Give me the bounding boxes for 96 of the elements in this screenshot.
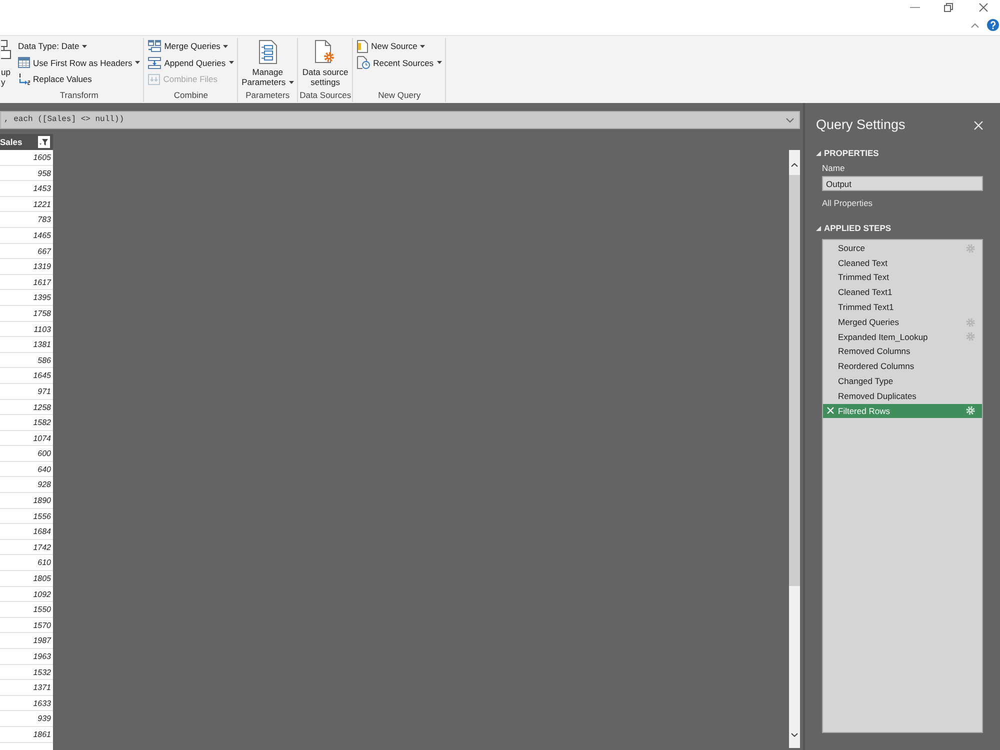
group-label: Transform xyxy=(58,89,100,102)
document-clock-icon xyxy=(357,56,370,70)
ribbon-button[interactable]: Use First Row as Headers xyxy=(16,54,142,71)
restore-icon[interactable] xyxy=(944,3,953,12)
ribbon-button[interactable]: Replace Values xyxy=(16,71,142,88)
applied-step[interactable]: Cleaned Text1 xyxy=(823,285,982,300)
table-cell: 1742 xyxy=(0,540,53,556)
scrollbar-thumb[interactable] xyxy=(789,175,800,586)
table-cell: 1645 xyxy=(0,368,53,384)
merge-tables-icon xyxy=(148,40,162,52)
pane-title: Query Settings xyxy=(816,116,906,134)
files-icon xyxy=(148,74,160,85)
large-ribbon-button[interactable]: Manage Parameters xyxy=(240,38,296,89)
name-field[interactable]: Output xyxy=(822,176,983,191)
large-ribbon-button[interactable]: Data source settings xyxy=(300,38,350,89)
applied-step[interactable]: Trimmed Text xyxy=(823,270,982,286)
table-cell: 783 xyxy=(0,212,53,228)
scroll-up-icon[interactable] xyxy=(791,163,798,167)
table-cell: 1550 xyxy=(0,602,53,618)
document-gear-icon xyxy=(315,40,336,64)
ribbon-button[interactable]: Merge Queries xyxy=(146,38,236,54)
table-cell: 1684 xyxy=(0,524,53,540)
ribbon-button[interactable]: Append Queries xyxy=(146,54,236,71)
table-cell: 586 xyxy=(0,352,53,368)
table-cell: 1532 xyxy=(0,664,53,680)
applied-step[interactable]: Removed Columns xyxy=(823,344,982,360)
table-cell: 667 xyxy=(0,244,53,260)
table-cell: 600 xyxy=(0,446,53,462)
table-cell: 1633 xyxy=(0,696,53,712)
table-cell: 1987 xyxy=(0,633,53,649)
table-cell: 1453 xyxy=(0,181,53,197)
table-cell: 1258 xyxy=(0,400,53,416)
table-cell: 958 xyxy=(0,166,53,182)
hook-arrow-icon xyxy=(18,73,30,86)
field-label: Name xyxy=(822,162,846,174)
table-cell: 1758 xyxy=(0,306,53,322)
document-list-icon xyxy=(258,40,277,64)
all-properties-link[interactable]: All Properties xyxy=(822,197,873,209)
scroll-down-icon[interactable] xyxy=(791,733,798,737)
help-icon[interactable] xyxy=(987,19,999,31)
table-cell: 1570 xyxy=(0,618,53,634)
table-cell: 1556 xyxy=(0,508,53,524)
table-cell: 928 xyxy=(0,477,53,494)
table-cell: 1617 xyxy=(0,274,53,290)
table-cell: 1605 xyxy=(0,150,53,166)
applied-step[interactable]: Reordered Columns xyxy=(823,359,982,374)
table-cell: 1890 xyxy=(0,493,53,509)
table-cell: 1221 xyxy=(0,196,53,212)
table-cell: 1861 xyxy=(0,726,53,743)
applied-step[interactable]: Merged Queries xyxy=(823,314,982,330)
table-cell: 971 xyxy=(0,384,53,400)
table-cell: 1319 xyxy=(0,259,53,275)
column-header[interactable]: Sales xyxy=(0,134,53,150)
ribbon-button[interactable]: New Source xyxy=(355,38,444,54)
applied-step[interactable]: Filtered Rows xyxy=(823,404,982,418)
table-cell: 1381 xyxy=(0,337,53,353)
gear-icon[interactable] xyxy=(966,406,975,416)
table-icon xyxy=(18,57,30,68)
triangle-icon[interactable] xyxy=(816,226,821,232)
triangle-icon[interactable] xyxy=(816,150,821,156)
section-heading: APPLIED STEPS xyxy=(824,222,892,236)
table-cell: 1963 xyxy=(0,649,53,665)
table-cell: 1103 xyxy=(0,322,53,338)
ribbon-button[interactable]: Recent Sources xyxy=(355,54,444,71)
group-label: New Query xyxy=(377,89,422,102)
applied-step[interactable]: Changed Type xyxy=(823,374,982,389)
table-cell: 1092 xyxy=(0,586,53,602)
filter-icon[interactable] xyxy=(38,136,50,148)
table-cell: 1074 xyxy=(0,430,53,446)
applied-step[interactable]: Trimmed Text1 xyxy=(823,300,982,315)
group-label: Data Sources xyxy=(300,89,352,102)
chevron-up-icon[interactable] xyxy=(971,22,979,28)
large-ribbon-button[interactable]: up y xyxy=(1,38,11,102)
table-cell: 1465 xyxy=(0,228,53,244)
table-cell: 1371 xyxy=(0,680,53,696)
table-cell: 1395 xyxy=(0,290,53,306)
formula-field[interactable]: , each ([Sales] <> null)) xyxy=(0,111,800,129)
section-heading: PROPERTIES xyxy=(824,146,879,160)
table-cell: 1805 xyxy=(0,571,53,587)
table-cell: 610 xyxy=(0,555,53,572)
table-cell: 939 xyxy=(0,711,53,727)
chevron-down-icon[interactable] xyxy=(786,118,794,122)
group-label: Parameters xyxy=(244,89,291,102)
vertical-scrollbar[interactable] xyxy=(789,150,800,748)
applied-step[interactable]: Source xyxy=(823,240,982,256)
table-cell: 1582 xyxy=(0,415,53,431)
applied-step[interactable]: Expanded Item_Lookup xyxy=(823,330,982,344)
close-icon[interactable] xyxy=(979,3,988,12)
document-icon xyxy=(357,40,368,53)
applied-step[interactable]: Removed Duplicates xyxy=(823,388,982,404)
group-label: Combine xyxy=(172,89,209,102)
stacked-tables-icon xyxy=(148,56,162,69)
applied-step[interactable]: Cleaned Text xyxy=(823,256,982,270)
cross-icon[interactable] xyxy=(827,407,834,414)
table-cell: 640 xyxy=(0,462,53,478)
ribbon-button[interactable]: Data Type: Date xyxy=(16,38,142,54)
